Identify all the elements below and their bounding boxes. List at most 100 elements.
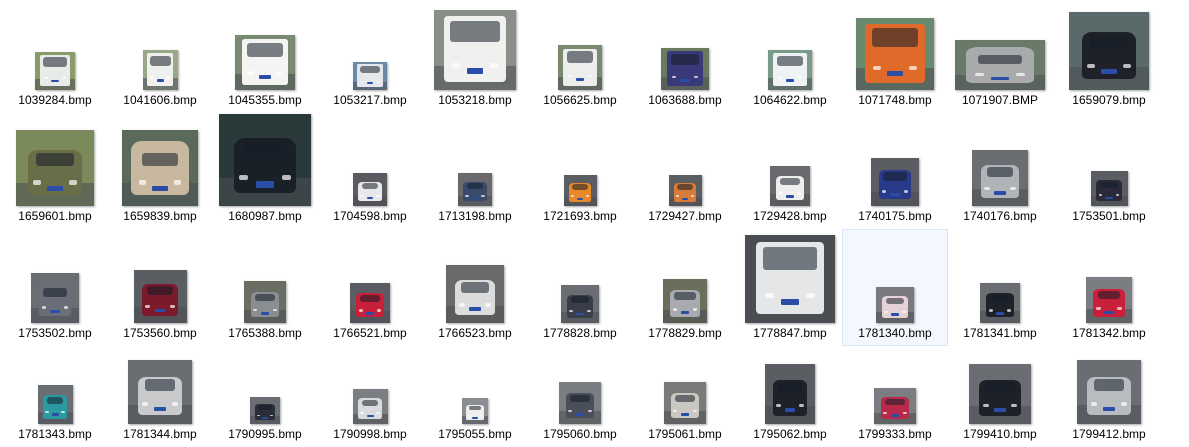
file-name-label: 1799333.bmp bbox=[858, 427, 932, 441]
image-thumbnail[interactable] bbox=[31, 273, 79, 323]
file-item[interactable]: 1790995.bmp bbox=[212, 346, 318, 447]
image-thumbnail[interactable] bbox=[745, 235, 835, 323]
file-item[interactable]: 1753502.bmp bbox=[2, 229, 108, 346]
file-item[interactable]: 1056625.bmp bbox=[527, 0, 633, 113]
image-thumbnail[interactable] bbox=[16, 130, 94, 206]
image-thumbnail[interactable] bbox=[874, 388, 916, 424]
file-item[interactable]: 1704598.bmp bbox=[317, 112, 423, 229]
file-item[interactable]: 1778829.bmp bbox=[632, 229, 738, 346]
license-plate bbox=[575, 77, 585, 81]
image-thumbnail[interactable] bbox=[434, 10, 516, 90]
image-thumbnail[interactable] bbox=[35, 52, 75, 90]
file-item[interactable]: 1039284.bmp bbox=[2, 0, 108, 113]
thumbnail-area bbox=[423, 265, 527, 323]
file-item[interactable]: 1766521.bmp bbox=[317, 229, 423, 346]
file-item[interactable]: 1659601.bmp bbox=[2, 112, 108, 229]
file-item[interactable]: 1041606.bmp bbox=[107, 0, 213, 113]
image-thumbnail[interactable] bbox=[37, 385, 73, 424]
file-item[interactable]: 1778847.bmp bbox=[737, 229, 843, 346]
file-item[interactable]: 1753560.bmp bbox=[107, 229, 213, 346]
file-item[interactable]: 1053218.bmp bbox=[422, 0, 528, 113]
image-thumbnail[interactable] bbox=[765, 364, 815, 424]
image-thumbnail[interactable] bbox=[1077, 360, 1141, 424]
image-thumbnail[interactable] bbox=[446, 265, 504, 323]
image-thumbnail[interactable] bbox=[350, 283, 390, 323]
image-thumbnail[interactable] bbox=[244, 281, 286, 323]
file-name-label: 1713198.bmp bbox=[438, 209, 512, 223]
image-thumbnail[interactable] bbox=[1069, 12, 1149, 90]
thumbnail-area bbox=[948, 364, 1052, 424]
file-item[interactable]: 1795055.bmp bbox=[422, 346, 528, 447]
image-thumbnail[interactable] bbox=[955, 40, 1045, 90]
file-item[interactable]: 1790998.bmp bbox=[317, 346, 423, 447]
image-thumbnail[interactable] bbox=[122, 130, 198, 206]
file-item[interactable]: 1680987.bmp bbox=[212, 112, 318, 229]
file-item[interactable]: 1781341.bmp bbox=[947, 229, 1053, 346]
file-item[interactable]: 1071907.BMP bbox=[947, 0, 1053, 113]
image-thumbnail[interactable] bbox=[561, 285, 599, 323]
file-item[interactable]: 1781343.bmp bbox=[2, 346, 108, 447]
image-thumbnail[interactable] bbox=[219, 114, 311, 206]
image-thumbnail[interactable] bbox=[1090, 171, 1128, 206]
file-item[interactable]: 1659079.bmp bbox=[1056, 0, 1162, 113]
image-thumbnail[interactable] bbox=[768, 50, 812, 90]
file-item[interactable]: 1766523.bmp bbox=[422, 229, 528, 346]
windshield bbox=[674, 394, 696, 403]
image-thumbnail[interactable] bbox=[980, 283, 1020, 323]
image-thumbnail[interactable] bbox=[770, 166, 810, 206]
image-thumbnail[interactable] bbox=[664, 382, 706, 424]
windshield bbox=[359, 65, 381, 74]
image-thumbnail[interactable] bbox=[668, 175, 702, 206]
image-thumbnail[interactable] bbox=[353, 173, 387, 206]
image-thumbnail[interactable] bbox=[128, 360, 192, 424]
image-thumbnail[interactable] bbox=[856, 18, 934, 90]
image-thumbnail[interactable] bbox=[142, 50, 178, 90]
image-thumbnail[interactable] bbox=[1086, 277, 1132, 323]
thumbnail-area bbox=[843, 388, 947, 424]
file-item[interactable]: 1659839.bmp bbox=[107, 112, 213, 229]
image-thumbnail[interactable] bbox=[563, 175, 597, 206]
file-item[interactable]: 1721693.bmp bbox=[527, 112, 633, 229]
file-item[interactable]: 1064622.bmp bbox=[737, 0, 843, 113]
file-item[interactable]: 1053217.bmp bbox=[317, 0, 423, 113]
image-thumbnail[interactable] bbox=[969, 364, 1031, 424]
file-item[interactable]: 1781344.bmp bbox=[107, 346, 213, 447]
file-item[interactable]: 1740175.bmp bbox=[842, 112, 948, 229]
image-thumbnail[interactable] bbox=[663, 279, 707, 323]
image-thumbnail[interactable] bbox=[871, 158, 919, 206]
image-thumbnail[interactable] bbox=[250, 397, 280, 424]
file-item[interactable]: 1063688.bmp bbox=[632, 0, 738, 113]
file-item[interactable]: 1729428.bmp bbox=[737, 112, 843, 229]
file-item[interactable]: 1795061.bmp bbox=[632, 346, 738, 447]
license-plate bbox=[1101, 68, 1117, 75]
image-thumbnail[interactable] bbox=[133, 270, 187, 323]
image-thumbnail[interactable] bbox=[462, 398, 488, 424]
windshield bbox=[242, 141, 288, 159]
file-item[interactable]: 1045355.bmp bbox=[212, 0, 318, 113]
image-thumbnail[interactable] bbox=[458, 173, 492, 206]
image-thumbnail[interactable] bbox=[661, 48, 709, 90]
image-thumbnail[interactable] bbox=[876, 287, 914, 323]
file-item[interactable]: 1781340.bmp bbox=[842, 229, 948, 346]
file-item[interactable]: 1799412.bmp bbox=[1056, 346, 1162, 447]
file-item[interactable]: 1729427.bmp bbox=[632, 112, 738, 229]
file-item[interactable]: 1713198.bmp bbox=[422, 112, 528, 229]
file-item[interactable]: 1795060.bmp bbox=[527, 346, 633, 447]
file-item[interactable]: 1753501.bmp bbox=[1056, 112, 1162, 229]
file-item[interactable]: 1799333.bmp bbox=[842, 346, 948, 447]
image-thumbnail[interactable] bbox=[353, 62, 387, 90]
image-thumbnail[interactable] bbox=[558, 45, 602, 90]
file-item[interactable]: 1778828.bmp bbox=[527, 229, 633, 346]
file-item[interactable]: 1765388.bmp bbox=[212, 229, 318, 346]
windshield bbox=[141, 152, 179, 167]
file-item[interactable]: 1071748.bmp bbox=[842, 0, 948, 113]
file-item[interactable]: 1781342.bmp bbox=[1056, 229, 1162, 346]
file-name-label: 1765388.bmp bbox=[228, 326, 302, 340]
file-item[interactable]: 1795062.bmp bbox=[737, 346, 843, 447]
image-thumbnail[interactable] bbox=[235, 35, 295, 90]
image-thumbnail[interactable] bbox=[352, 389, 388, 424]
file-item[interactable]: 1740176.bmp bbox=[947, 112, 1053, 229]
image-thumbnail[interactable] bbox=[972, 150, 1028, 206]
image-thumbnail[interactable] bbox=[559, 382, 601, 424]
file-item[interactable]: 1799410.bmp bbox=[947, 346, 1053, 447]
